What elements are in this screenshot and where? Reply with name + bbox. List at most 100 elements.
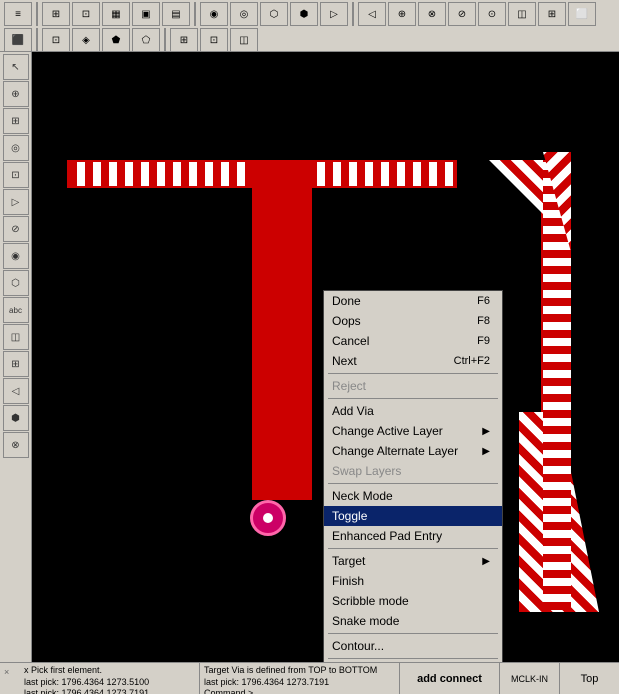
toolbar-btn-6[interactable]: ◉	[200, 2, 228, 26]
toolbar-btn-13[interactable]: ⊗	[418, 2, 446, 26]
status-mclk: MCLK-IN	[511, 674, 548, 684]
menu-shortcut-cancel: F9	[477, 335, 490, 347]
sidebar-btn-dot[interactable]: ◉	[3, 243, 29, 269]
sidebar-btn-back[interactable]: ◁	[3, 378, 29, 404]
sidebar-btn-grid[interactable]: ⊞	[3, 108, 29, 134]
toolbar-btn-7[interactable]: ◎	[230, 2, 258, 26]
status-log-line-4: last pick: 1796.4364 1273.7191	[204, 677, 395, 689]
toolbar-btn-22[interactable]: ⬟	[102, 28, 130, 52]
toolbar-btn-14[interactable]: ⊘	[448, 2, 476, 26]
toolbar-btn-25[interactable]: ⊡	[200, 28, 228, 52]
toolbar-btn-10[interactable]: ▷	[320, 2, 348, 26]
sidebar-btn-play[interactable]: ▷	[3, 189, 29, 215]
sidebar-btn-add[interactable]: ⊕	[3, 81, 29, 107]
sidebar-btn-x[interactable]: ⊗	[3, 432, 29, 458]
sidebar-btn-square[interactable]: ⊡	[3, 162, 29, 188]
menu-item-finish[interactable]: Finish	[324, 571, 502, 591]
menu-item-swap-layers: Swap Layers	[324, 461, 502, 481]
menu-label-target: Target	[332, 554, 365, 568]
toolbar-btn-19[interactable]: ⬛	[4, 28, 32, 52]
main-layout: ↖ ⊕ ⊞ ◎ ⊡ ▷ ⊘ ◉ ⬡ abc ◫ ⊞ ◁ ⬢ ⊗	[0, 52, 619, 662]
menu-item-cancel[interactable]: Cancel F9	[324, 331, 502, 351]
menu-item-contour[interactable]: Contour...	[324, 636, 502, 656]
toolbar-sep-5	[164, 28, 166, 52]
menu-label-swap-layers: Swap Layers	[332, 464, 401, 478]
menu-sep-1	[328, 373, 498, 374]
toolbar-btn-12[interactable]: ⊕	[388, 2, 416, 26]
menu-label-done: Done	[332, 294, 361, 308]
arrow-change-alternate: ▶	[482, 446, 490, 457]
menu-label-contour: Contour...	[332, 639, 384, 653]
menu-item-snake-mode[interactable]: Snake mode	[324, 611, 502, 631]
toolbar-sep-4	[36, 28, 38, 52]
menu-item-design-params[interactable]: Design parameters...	[324, 661, 502, 662]
sidebar-btn-pointer[interactable]: ↖	[3, 54, 29, 80]
status-mode-text: add connect	[417, 673, 482, 685]
menu-label-change-alternate: Change Alternate Layer	[332, 444, 458, 458]
toolbar-sep-2	[194, 2, 196, 26]
toolbar-btn-15[interactable]: ⊙	[478, 2, 506, 26]
toolbar-btn-9[interactable]: ⬢	[290, 2, 318, 26]
menu-item-reject: Reject	[324, 376, 502, 396]
menu-label-cancel: Cancel	[332, 334, 369, 348]
sidebar-btn-rect[interactable]: ◫	[3, 324, 29, 350]
menu-item-change-active[interactable]: Change Active Layer ▶	[324, 421, 502, 441]
menu-label-add-via: Add Via	[332, 404, 374, 418]
menu-shortcut-done: F6	[477, 295, 490, 307]
arrow-target: ▶	[482, 556, 490, 567]
commands-text: x Pick first element. last pick: 1796.43…	[24, 665, 195, 692]
menu-item-oops[interactable]: Oops F8	[324, 311, 502, 331]
menu-label-scribble-mode: Scribble mode	[332, 594, 409, 608]
cursor-inner	[261, 511, 275, 525]
menu-item-target[interactable]: Target ▶	[324, 551, 502, 571]
status-log-line-5: Command >	[204, 688, 395, 694]
arrow-change-active: ▶	[482, 426, 490, 437]
toolbar-btn-16[interactable]: ◫	[508, 2, 536, 26]
menu-label-reject: Reject	[332, 379, 366, 393]
toolbar-btn-21[interactable]: ◈	[72, 28, 100, 52]
status-layer: MCLK-IN	[499, 663, 559, 694]
toolbar-sep-3	[352, 2, 354, 26]
toolbar-btn-18[interactable]: ⬜	[568, 2, 596, 26]
toolbar-btn-8[interactable]: ⬡	[260, 2, 288, 26]
toolbar-btn-11[interactable]: ◁	[358, 2, 386, 26]
toolbar-btn-4[interactable]: ▣	[132, 2, 160, 26]
menu-item-change-alternate[interactable]: Change Alternate Layer ▶	[324, 441, 502, 461]
menu-item-neck-mode[interactable]: Neck Mode	[324, 486, 502, 506]
toolbar-btn-23[interactable]: ⬠	[132, 28, 160, 52]
toolbar-btn-1[interactable]: ⊞	[42, 2, 70, 26]
menu-item-enhanced-pad[interactable]: Enhanced Pad Entry	[324, 526, 502, 546]
canvas-area: Done F6 Oops F8 Cancel F9 Next Ctrl+F2 R…	[32, 52, 619, 662]
menu-sep-5	[328, 633, 498, 634]
sidebar-btn-plus[interactable]: ⊞	[3, 351, 29, 377]
sidebar-btn-text[interactable]: abc	[3, 297, 29, 323]
status-log-line-3: Target Via is defined from TOP to BOTTOM	[204, 665, 395, 677]
sidebar-btn-hex2[interactable]: ⬢	[3, 405, 29, 431]
menu-item-scribble-mode[interactable]: Scribble mode	[324, 591, 502, 611]
sidebar-btn-hex[interactable]: ⬡	[3, 270, 29, 296]
toolbar-btn-3[interactable]: ▦	[102, 2, 130, 26]
sidebar-btn-minus[interactable]: ⊘	[3, 216, 29, 242]
menu-label-snake-mode: Snake mode	[332, 614, 399, 628]
toolbar-btn-17[interactable]: ⊞	[538, 2, 566, 26]
toolbar-btn-5[interactable]: ▤	[162, 2, 190, 26]
status-mode: add connect	[399, 663, 499, 694]
menu-label-neck-mode: Neck Mode	[332, 489, 393, 503]
menu-shortcut-next: Ctrl+F2	[454, 355, 490, 367]
sidebar-btn-circle[interactable]: ◎	[3, 135, 29, 161]
status-layer-text: Top	[581, 673, 599, 685]
menu-shortcut-oops: F8	[477, 315, 490, 327]
toolbar-sep-1	[36, 2, 38, 26]
menu-item-add-via[interactable]: Add Via	[324, 401, 502, 421]
toolbar-btn-20[interactable]: ⊡	[42, 28, 70, 52]
toolbar-btn-24[interactable]: ⊞	[170, 28, 198, 52]
menu-item-next[interactable]: Next Ctrl+F2	[324, 351, 502, 371]
cmd-line-0: x Pick first element.	[24, 665, 195, 677]
toolbar-btn-menu[interactable]: ≡	[4, 2, 32, 26]
cmd-line-2: last pick: 1796.4364 1273.7191	[24, 688, 195, 694]
toolbar-btn-26[interactable]: ◫	[230, 28, 258, 52]
menu-item-done[interactable]: Done F6	[324, 291, 502, 311]
menu-item-toggle[interactable]: Toggle	[324, 506, 502, 526]
toolbar-btn-2[interactable]: ⊡	[72, 2, 100, 26]
menu-sep-2	[328, 398, 498, 399]
